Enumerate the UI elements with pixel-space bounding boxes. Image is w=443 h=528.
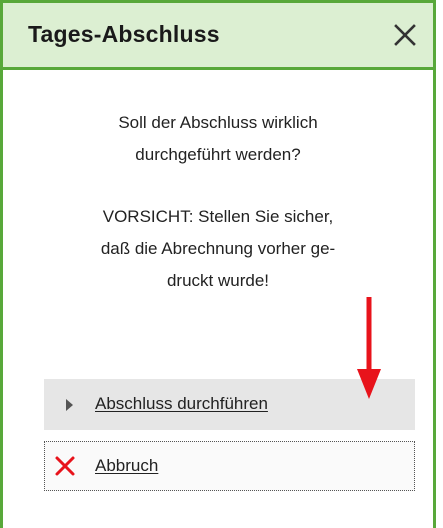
message-line: Soll der Abschluss wirklich (118, 113, 318, 132)
cancel-button[interactable]: Abbruch (44, 441, 415, 491)
warning-line: druckt wurde! (166, 271, 270, 290)
red-arrow-down-icon (357, 297, 381, 399)
warning-line: daß die Abrechnung vorher ge- (100, 239, 336, 258)
cancel-label: Abbruch (95, 456, 159, 475)
warning-line: VORSICHT: Stellen Sie sicher, (102, 207, 334, 226)
red-x-icon (55, 456, 75, 476)
triangle-right-icon (66, 399, 73, 411)
dialog-title: Tages-Abschluss (28, 21, 220, 47)
close-icon[interactable] (389, 19, 421, 51)
dialog-window: Tages-Abschluss Soll der Abschluss wirkl… (0, 0, 436, 528)
dialog-message: Soll der Abschluss wirklich durchgeführt… (3, 107, 433, 297)
execute-closing-label: Abschluss durchführen (95, 394, 268, 413)
dialog-titlebar: Tages-Abschluss (3, 3, 433, 70)
message-line: durchgeführt werden? (135, 145, 301, 164)
